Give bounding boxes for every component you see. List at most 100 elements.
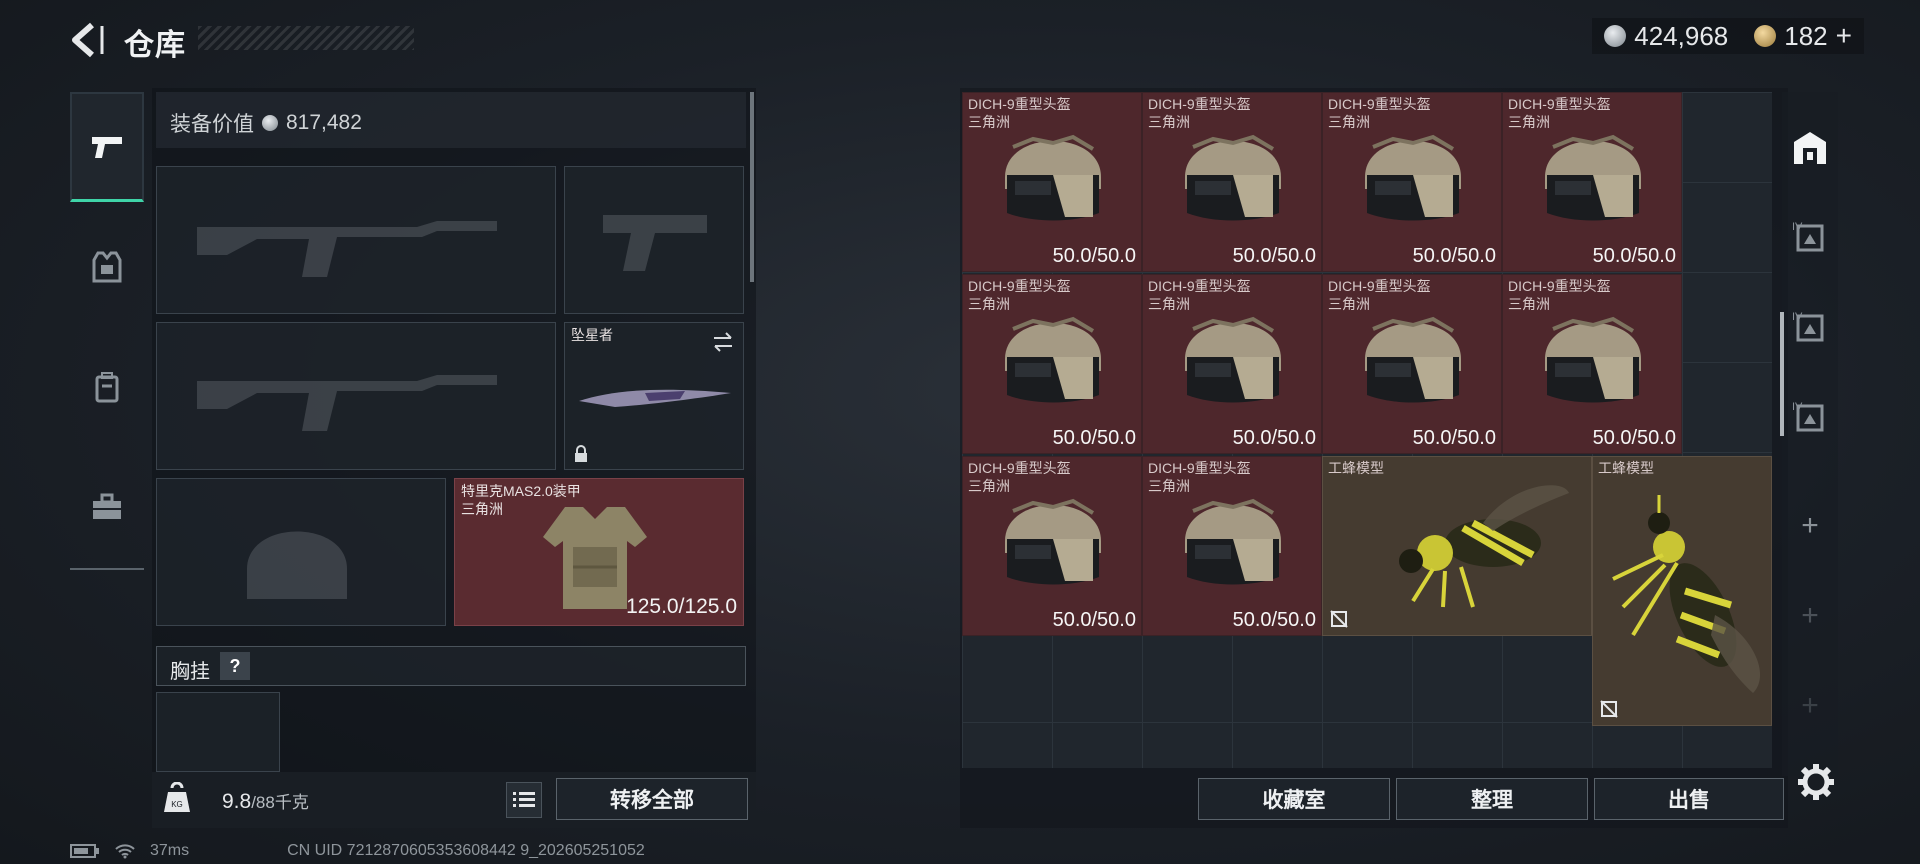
storage-item-helmet[interactable]: DICH-9重型头盔 三角洲 50.0/50.0 <box>1322 274 1502 454</box>
helmet-slot[interactable] <box>156 478 446 626</box>
tab-storage-iv-1[interactable]: IV <box>1782 210 1838 266</box>
svg-text:IV: IV <box>1792 221 1803 233</box>
item-durability: 50.0/50.0 <box>1232 245 1316 267</box>
item-name: DICH-9重型头盔 <box>1148 278 1251 294</box>
storage-item-helmet[interactable]: DICH-9重型头盔 三角洲 50.0/50.0 <box>1322 92 1502 272</box>
tab-armor[interactable] <box>70 212 144 322</box>
storage-scrollbar[interactable] <box>1780 312 1784 436</box>
primary-weapon-slot[interactable] <box>156 166 556 314</box>
silver-coin-icon <box>262 115 278 131</box>
item-name: DICH-9重型头盔 <box>968 278 1071 294</box>
helmet-icon <box>1005 316 1101 403</box>
organize-button[interactable]: 整理 <box>1396 778 1588 820</box>
storage-grid: DICH-9重型头盔 三角洲 50.0/50.0 DICH-9重型头盔 三角洲 50.0/… <box>962 92 1772 768</box>
storage-item-bee-model[interactable]: 工蜂模型 <box>1322 456 1592 636</box>
collection-room-button[interactable]: 收藏室 <box>1198 778 1390 820</box>
toolbox-icon <box>93 493 121 519</box>
page-title: 仓库 <box>124 29 186 62</box>
title-decoration <box>198 26 414 50</box>
armor-durability: 125.0/125.0 <box>626 595 737 618</box>
add-storage-button[interactable]: + <box>1782 678 1838 734</box>
armor-slot[interactable]: 特里克MAS2.0装甲 三角洲 125.0/125.0 <box>454 478 744 626</box>
helmet-icon <box>1365 134 1461 221</box>
ping-readout: 37ms <box>150 842 190 859</box>
silver-amount: 424,968 <box>1634 20 1729 51</box>
back-arrow-icon[interactable] <box>70 22 104 58</box>
sell-button[interactable]: 出售 <box>1594 778 1784 820</box>
helmet-icon <box>1365 316 1461 403</box>
list-view-button[interactable] <box>506 782 542 818</box>
item-durability: 50.0/50.0 <box>1412 427 1496 449</box>
storage-item-helmet[interactable]: DICH-9重型头盔 三角洲 50.0/50.0 <box>962 92 1142 272</box>
item-durability: 50.0/50.0 <box>1592 245 1676 267</box>
item-durability: 50.0/50.0 <box>1052 245 1136 267</box>
list-icon <box>513 792 535 807</box>
add-storage-button[interactable]: + <box>1782 588 1838 644</box>
rifle-silhouette-icon <box>197 375 497 431</box>
backpack-icon <box>95 372 119 403</box>
battery-icon <box>70 844 99 858</box>
pistol-silhouette-icon <box>603 215 707 271</box>
item-name: DICH-9重型头盔 <box>1328 96 1431 112</box>
helmet-icon <box>1185 498 1281 585</box>
item-durability: 50.0/50.0 <box>1232 609 1316 631</box>
help-button[interactable]: ? <box>220 652 250 680</box>
item-durability: 50.0/50.0 <box>1052 427 1136 449</box>
sidebar-divider <box>70 568 144 570</box>
loadout-scrollbar[interactable] <box>750 92 754 282</box>
gold-amount: 182 <box>1784 20 1828 51</box>
svg-text:IV: IV <box>1792 401 1803 413</box>
storage-item-helmet[interactable]: DICH-9重型头盔 三角洲 50.0/50.0 <box>962 456 1142 636</box>
item-name: 工蜂模型 <box>1598 460 1654 476</box>
storage-item-helmet[interactable]: DICH-9重型头盔 三角洲 50.0/50.0 <box>1142 274 1322 454</box>
sidearm-slot[interactable] <box>564 166 744 314</box>
vest-icon <box>92 251 122 283</box>
helmet-icon <box>1005 134 1101 221</box>
tab-weapons[interactable] <box>70 92 144 202</box>
tab-storage-iv-3[interactable]: IV <box>1782 390 1838 446</box>
settings-gear-icon[interactable] <box>1796 762 1836 802</box>
pistol-icon <box>92 136 122 158</box>
tab-backpack[interactable] <box>70 332 144 442</box>
storage-item-helmet[interactable]: DICH-9重型头盔 三角洲 50.0/50.0 <box>1502 92 1682 272</box>
storage-item-helmet[interactable]: DICH-9重型头盔 三角洲 50.0/50.0 <box>1142 92 1322 272</box>
add-storage-button[interactable]: + <box>1782 498 1838 554</box>
armor-brand: 三角洲 <box>461 501 503 517</box>
helmet-icon <box>1545 134 1641 221</box>
weight-readout: 9.8/88千克 <box>222 788 309 814</box>
lock-icon <box>575 445 587 462</box>
rifle-silhouette-icon <box>197 221 497 277</box>
uid-readout: CN UID 7212870605353608442 9_20260525105… <box>287 842 645 859</box>
tab-storage-iv-2[interactable]: IV <box>1782 300 1838 356</box>
max-weight: /88千克 <box>251 793 309 812</box>
storage-item-helmet[interactable]: DICH-9重型头盔 三角洲 50.0/50.0 <box>962 274 1142 454</box>
helmet-icon <box>1185 134 1281 221</box>
svg-text:KG: KG <box>171 800 183 809</box>
silver-coin-icon <box>1604 25 1627 47</box>
item-name: 工蜂模型 <box>1328 460 1384 476</box>
storage-item-bee-model[interactable]: 工蜂模型 <box>1592 456 1772 726</box>
not-bindable-icon <box>1330 610 1348 628</box>
item-durability: 50.0/50.0 <box>1412 245 1496 267</box>
swap-icon[interactable] <box>711 331 735 353</box>
tab-main-storage[interactable] <box>1782 120 1838 176</box>
item-name: DICH-9重型头盔 <box>1508 96 1611 112</box>
melee-slot[interactable]: 坠星者 <box>564 322 744 470</box>
transfer-all-button[interactable]: 转移全部 <box>556 778 748 820</box>
secondary-weapon-slot[interactable] <box>156 322 556 470</box>
storage-item-helmet[interactable]: DICH-9重型头盔 三角洲 50.0/50.0 <box>1502 274 1682 454</box>
chest-rig-slot[interactable] <box>156 692 280 772</box>
storage-item-helmet[interactable]: DICH-9重型头盔 三角洲 50.0/50.0 <box>1142 456 1322 636</box>
currency-bar: 424,968 182 + <box>1592 18 1864 54</box>
bee-model-icon <box>1399 485 1569 608</box>
tab-toolbox[interactable] <box>70 452 144 562</box>
melee-name: 坠星者 <box>571 327 613 343</box>
svg-text:IV: IV <box>1792 311 1803 323</box>
helmet-icon <box>1185 316 1281 403</box>
add-currency-button[interactable]: + <box>1836 20 1852 52</box>
item-name: DICH-9重型头盔 <box>1148 96 1251 112</box>
category-sidebar <box>70 86 144 570</box>
bee-model-icon <box>1612 495 1761 693</box>
storage-tab-rail: IV IV IV + + + <box>1782 92 1838 776</box>
item-name: DICH-9重型头盔 <box>1508 278 1611 294</box>
